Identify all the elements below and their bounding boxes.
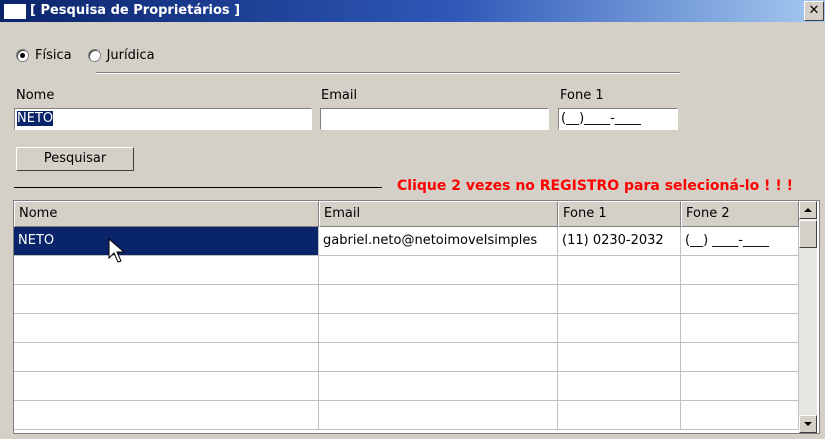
empty-cell[interactable]: [14, 285, 319, 314]
separator: [96, 72, 680, 74]
radio-fisica[interactable]: [16, 49, 29, 62]
scroll-up-icon: [804, 208, 812, 212]
scroll-thumb[interactable]: [799, 220, 817, 248]
hint-line: [14, 187, 382, 188]
person-type-group: Física Jurídica: [16, 48, 171, 68]
column-header-fone1[interactable]: Fone 1: [558, 201, 681, 227]
search-button[interactable]: Pesquisar: [16, 147, 134, 171]
empty-cell[interactable]: [558, 314, 681, 343]
fone1-label: Fone 1: [560, 88, 604, 103]
cell-fone1[interactable]: (11) 0230-2032: [558, 227, 681, 256]
empty-cell[interactable]: [319, 401, 558, 430]
empty-cell[interactable]: [319, 314, 558, 343]
nome-input-value: NETO: [17, 111, 54, 126]
empty-cell[interactable]: [681, 256, 799, 285]
radio-fisica-label[interactable]: Física: [35, 48, 72, 63]
empty-cell[interactable]: [558, 401, 681, 430]
scroll-up-button[interactable]: [799, 201, 817, 219]
empty-cell[interactable]: [681, 372, 799, 401]
cell-email[interactable]: gabriel.neto@netoimoveIsimples: [319, 227, 558, 256]
empty-cell[interactable]: [14, 256, 319, 285]
nome-label: Nome: [16, 88, 55, 103]
empty-cell[interactable]: [681, 285, 799, 314]
empty-cell[interactable]: [681, 401, 799, 430]
close-button[interactable]: ✕: [804, 1, 824, 21]
empty-cell[interactable]: [319, 285, 558, 314]
empty-cell[interactable]: [558, 285, 681, 314]
title-bar: [ Pesquisa de Proprietários ] ✕: [0, 0, 825, 22]
empty-cell[interactable]: [14, 314, 319, 343]
fone1-input[interactable]: (__)____-____: [558, 108, 678, 130]
empty-cell[interactable]: [319, 256, 558, 285]
vertical-scrollbar[interactable]: [799, 201, 817, 433]
column-header-nome[interactable]: Nome: [14, 201, 319, 227]
scroll-down-button[interactable]: [799, 415, 817, 433]
email-input[interactable]: [320, 108, 549, 130]
empty-cell[interactable]: [558, 372, 681, 401]
window-title: [ Pesquisa de Proprietários ]: [30, 3, 241, 18]
empty-cell[interactable]: [14, 372, 319, 401]
empty-cell[interactable]: [319, 343, 558, 372]
email-label: Email: [321, 88, 358, 103]
column-header-email[interactable]: Email: [319, 201, 558, 227]
nome-input[interactable]: NETO: [14, 108, 312, 130]
hint-text: Clique 2 vezes no REGISTRO para selecion…: [397, 178, 793, 194]
cell-fone2[interactable]: (__) ____-____: [681, 227, 799, 256]
column-header-fone2[interactable]: Fone 2: [681, 201, 799, 227]
empty-cell[interactable]: [319, 372, 558, 401]
empty-cell[interactable]: [681, 343, 799, 372]
scroll-down-icon: [804, 422, 812, 426]
empty-cell[interactable]: [558, 256, 681, 285]
empty-cell[interactable]: [558, 343, 681, 372]
radio-juridica[interactable]: [87, 49, 101, 62]
empty-cell[interactable]: [681, 314, 799, 343]
empty-cell[interactable]: [14, 401, 319, 430]
mouse-pointer-icon: [108, 238, 126, 263]
radio-juridica-label[interactable]: Jurídica: [107, 48, 155, 63]
results-grid: Nome Email Fone 1 Fone 2 NETO gabriel.ne…: [13, 200, 820, 434]
cell-nome[interactable]: NETO: [14, 227, 319, 256]
window-icon: [4, 4, 26, 19]
empty-cell[interactable]: [14, 343, 319, 372]
